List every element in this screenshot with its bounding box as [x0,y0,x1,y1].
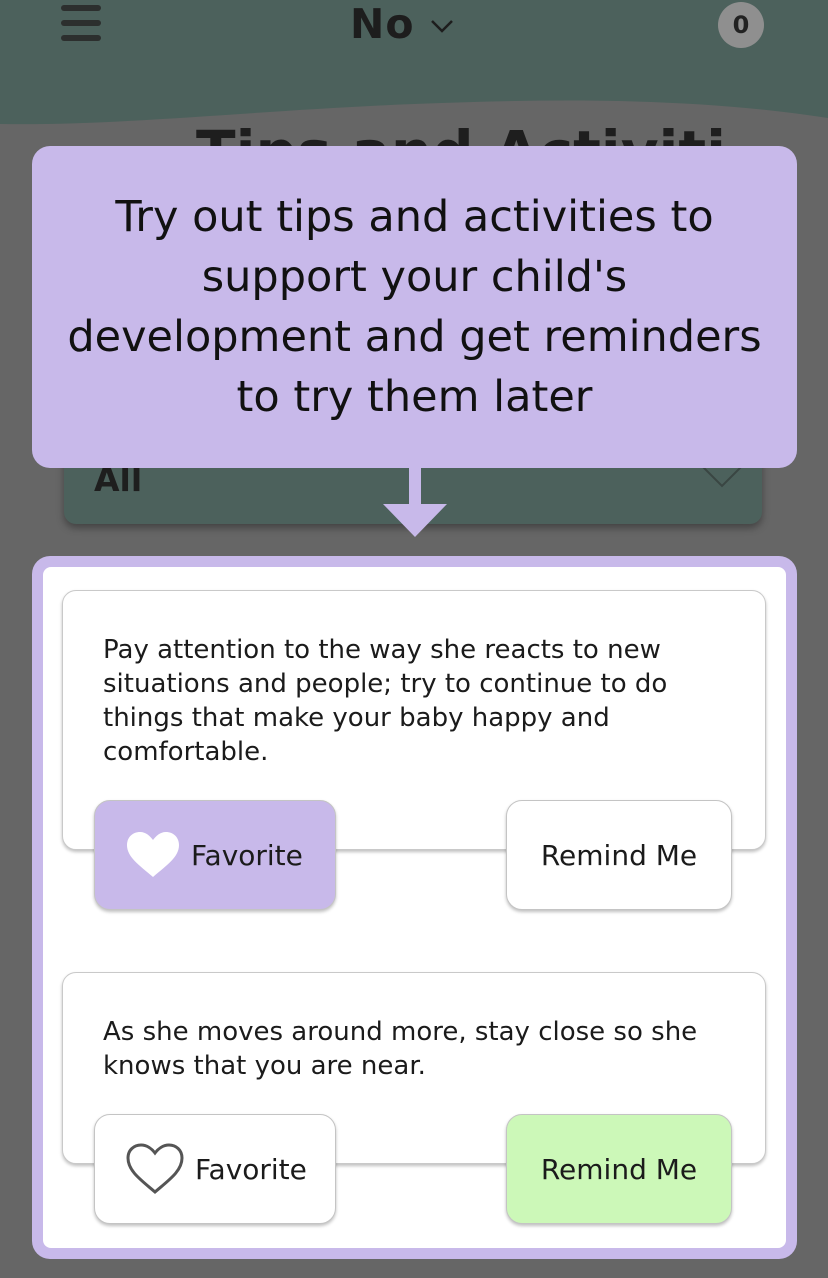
onboarding-tooltip[interactable]: Try out tips and activities to support y… [32,146,797,468]
down-arrow-icon [383,466,447,537]
favorite-button[interactable]: Favorite [94,1114,336,1224]
menu-icon[interactable] [61,5,101,41]
favorite-label: Favorite [191,838,303,872]
tip-text: Pay attention to the way she reacts to n… [103,635,668,767]
tip-text: As she moves around more, stay close so … [103,1017,698,1081]
child-name: No [350,0,415,48]
favorite-button[interactable]: Favorite [94,800,336,910]
heart-outline-icon [125,1143,185,1195]
tooltip-text: Try out tips and activities to support y… [67,192,762,422]
remind-me-button[interactable]: Remind Me [506,1114,732,1224]
chevron-down-icon [431,20,454,33]
remind-me-button[interactable]: Remind Me [506,800,732,910]
heart-filled-icon [125,831,181,879]
favorite-label: Favorite [195,1152,307,1186]
child-selector[interactable]: No [350,0,454,48]
remind-me-label: Remind Me [540,838,698,872]
remind-me-label: Remind Me [540,1152,698,1186]
notification-badge[interactable]: 0 [718,2,764,48]
